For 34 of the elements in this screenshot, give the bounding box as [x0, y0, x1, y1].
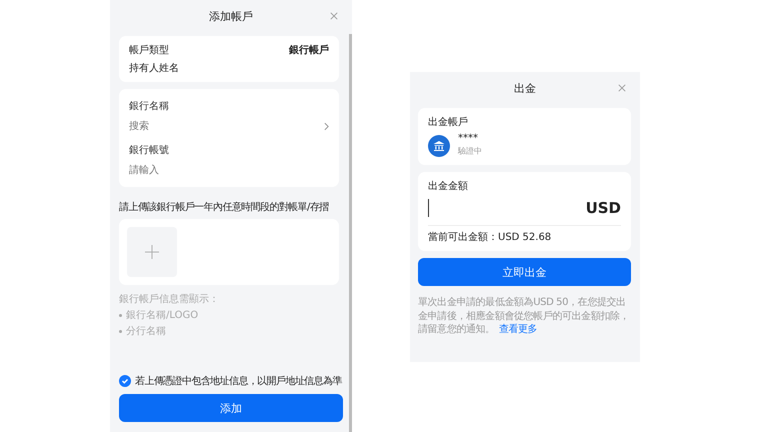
holder-name-label: 持有人姓名 [129, 62, 180, 75]
account-number: **** [458, 133, 479, 144]
currency-label: USD [586, 199, 621, 217]
dialog-title: 出金 [514, 80, 536, 96]
bank-account-field[interactable]: 請輸入 [129, 161, 279, 180]
close-icon[interactable] [330, 12, 338, 20]
bank-account-label: 銀行帳號 [129, 144, 170, 157]
account-type-value: 銀行帳戶 [289, 44, 329, 57]
upload-instruction: 請上傳該銀行帳戶一年內任意時間段的對帳單/存摺 [119, 200, 330, 214]
withdraw-button[interactable]: 立即出金 [418, 258, 631, 286]
requirement-item: 分行名稱 [126, 325, 166, 338]
bank-search-field[interactable]: 搜索 [129, 117, 279, 136]
account-type-label: 帳戶類型 [129, 44, 169, 57]
bank-icon [428, 134, 450, 156]
amount-label: 出金金額 [428, 180, 469, 193]
dialog-title: 添加帳戶 [209, 8, 253, 24]
available-amount: 當前可出金額：USD 52.68 [428, 230, 552, 244]
scrollbar[interactable] [349, 34, 352, 432]
address-confirm-label: 若上傳憑證中包含地址信息，以開戶地址信息為準 [135, 374, 342, 388]
requirement-item: 銀行名稱/LOGO [126, 309, 198, 322]
checkbox[interactable] [119, 375, 131, 387]
requirements-title: 銀行帳戶信息需顯示： [119, 292, 220, 306]
add-button[interactable]: 添加 [119, 394, 343, 422]
chevron-right-icon [324, 122, 329, 131]
bullet-icon [119, 314, 122, 316]
account-status: 驗證中 [458, 146, 482, 157]
withdraw-account-label: 出金帳戶 [428, 116, 469, 129]
withdraw-note: 單次出金申請的最低金額為USD 50，在您提交出金申請後，相應金額會從您帳戶的可出金額扣除，請留意您的通知。 查看更多 [418, 296, 630, 336]
bank-name-label: 銀行名稱 [129, 100, 170, 113]
learn-more-link[interactable]: 查看更多 [498, 324, 538, 335]
plus-icon [145, 245, 159, 259]
text-cursor [428, 199, 429, 217]
close-icon[interactable] [618, 84, 626, 92]
bullet-icon [119, 330, 122, 332]
